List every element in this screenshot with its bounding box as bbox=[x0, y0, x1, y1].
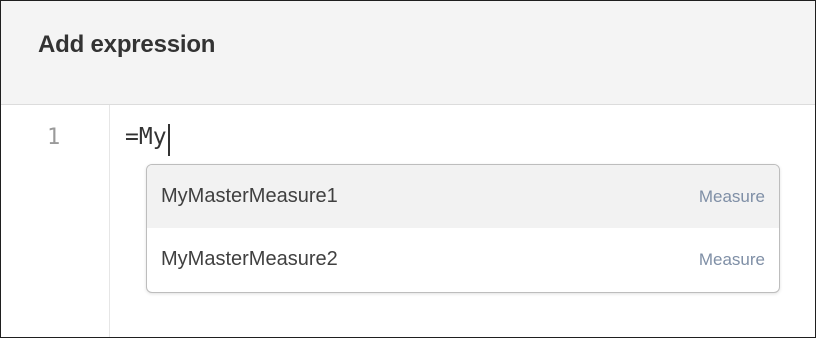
text-caret bbox=[167, 124, 170, 156]
dialog-header: Add expression bbox=[1, 1, 815, 105]
suggestion-label: MyMasterMeasure1 bbox=[161, 185, 338, 207]
suggestion-type: Measure bbox=[698, 186, 765, 206]
add-expression-dialog: Add expression 1 =My MyMasterMeasure1 Me… bbox=[0, 0, 816, 338]
code-text: =My bbox=[125, 124, 167, 150]
line-number: 1 bbox=[47, 125, 61, 150]
dialog-title: Add expression bbox=[38, 31, 216, 58]
suggestion-type: Measure bbox=[698, 249, 765, 269]
suggestion-label: MyMasterMeasure2 bbox=[161, 248, 338, 270]
code-line[interactable]: =My bbox=[125, 124, 170, 156]
line-number-gutter: 1 bbox=[1, 105, 110, 337]
suggestion-item[interactable]: MyMasterMeasure2 Measure bbox=[147, 228, 779, 291]
autocomplete-popup: MyMasterMeasure1 Measure MyMasterMeasure… bbox=[146, 164, 780, 293]
suggestion-item[interactable]: MyMasterMeasure1 Measure bbox=[147, 165, 779, 228]
